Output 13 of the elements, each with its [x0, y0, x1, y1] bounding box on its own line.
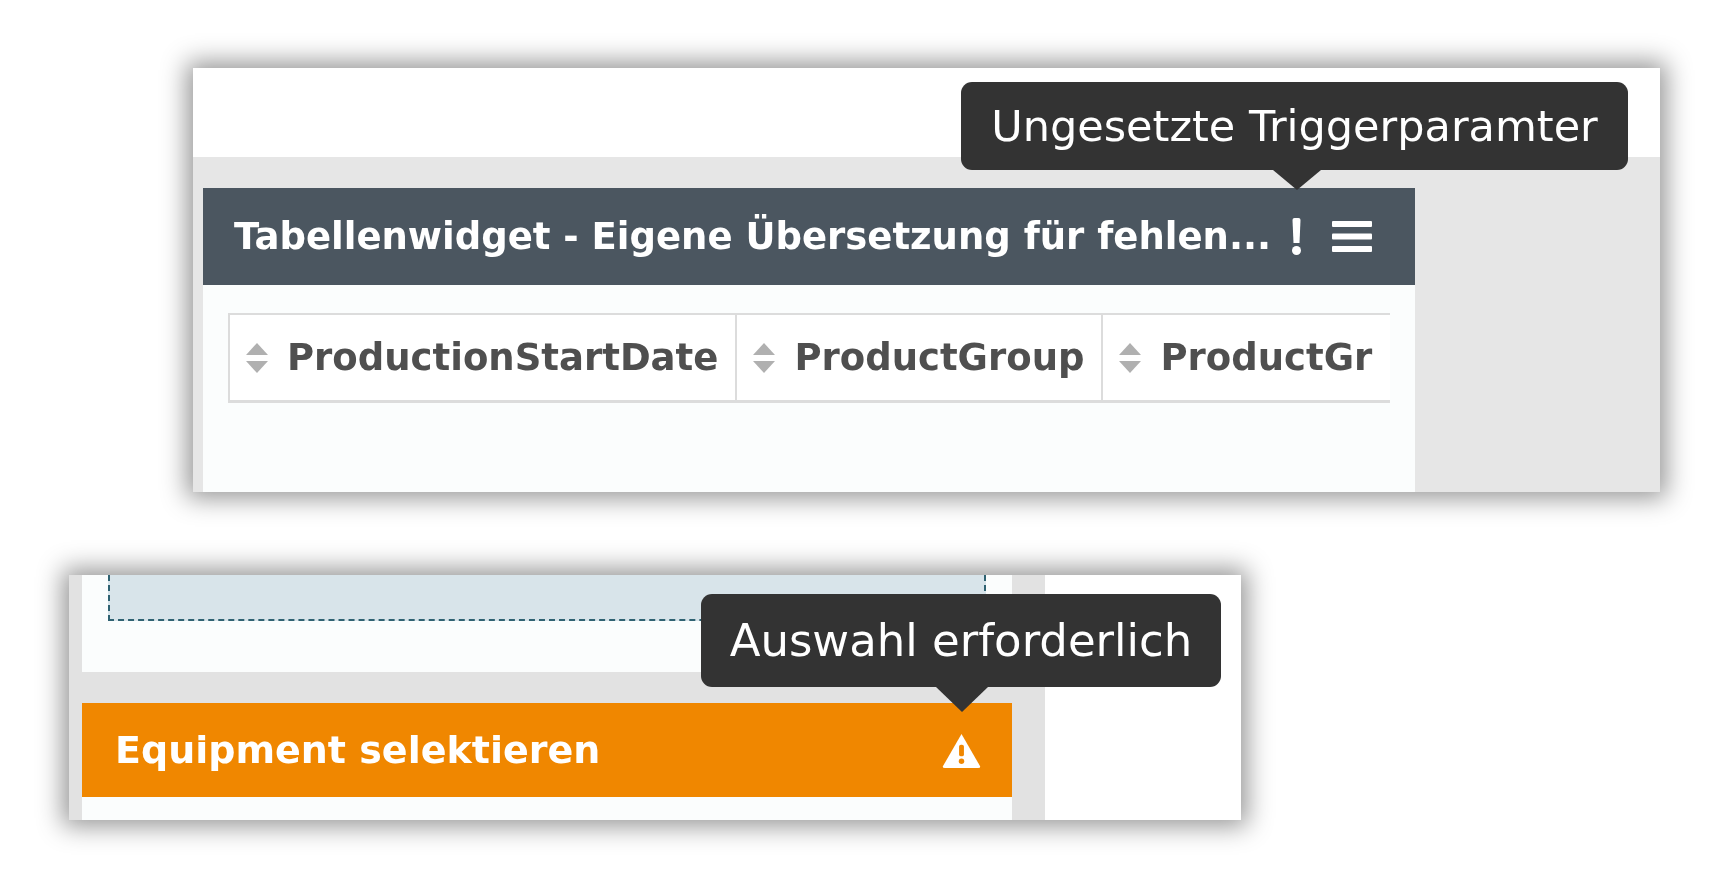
- widget-title: Equipment selektieren: [115, 728, 601, 772]
- exclamation-icon[interactable]: [1289, 218, 1304, 255]
- warning-icon[interactable]: [942, 732, 981, 768]
- sort-icon[interactable]: [245, 341, 269, 374]
- widget-title: Tabellenwidget - Eigene Übersetzung für fehlen...: [234, 215, 1272, 258]
- sort-icon[interactable]: [1118, 341, 1143, 374]
- menu-icon[interactable]: [1332, 221, 1372, 252]
- tooltip-pointer: [936, 687, 988, 712]
- column-header[interactable]: ProductGr: [1103, 315, 1390, 400]
- sort-icon[interactable]: [752, 341, 777, 374]
- column-header[interactable]: ProductionStartDate: [230, 315, 738, 400]
- column-header[interactable]: ProductGroup: [737, 315, 1104, 400]
- tooltip-pointer: [1273, 170, 1321, 190]
